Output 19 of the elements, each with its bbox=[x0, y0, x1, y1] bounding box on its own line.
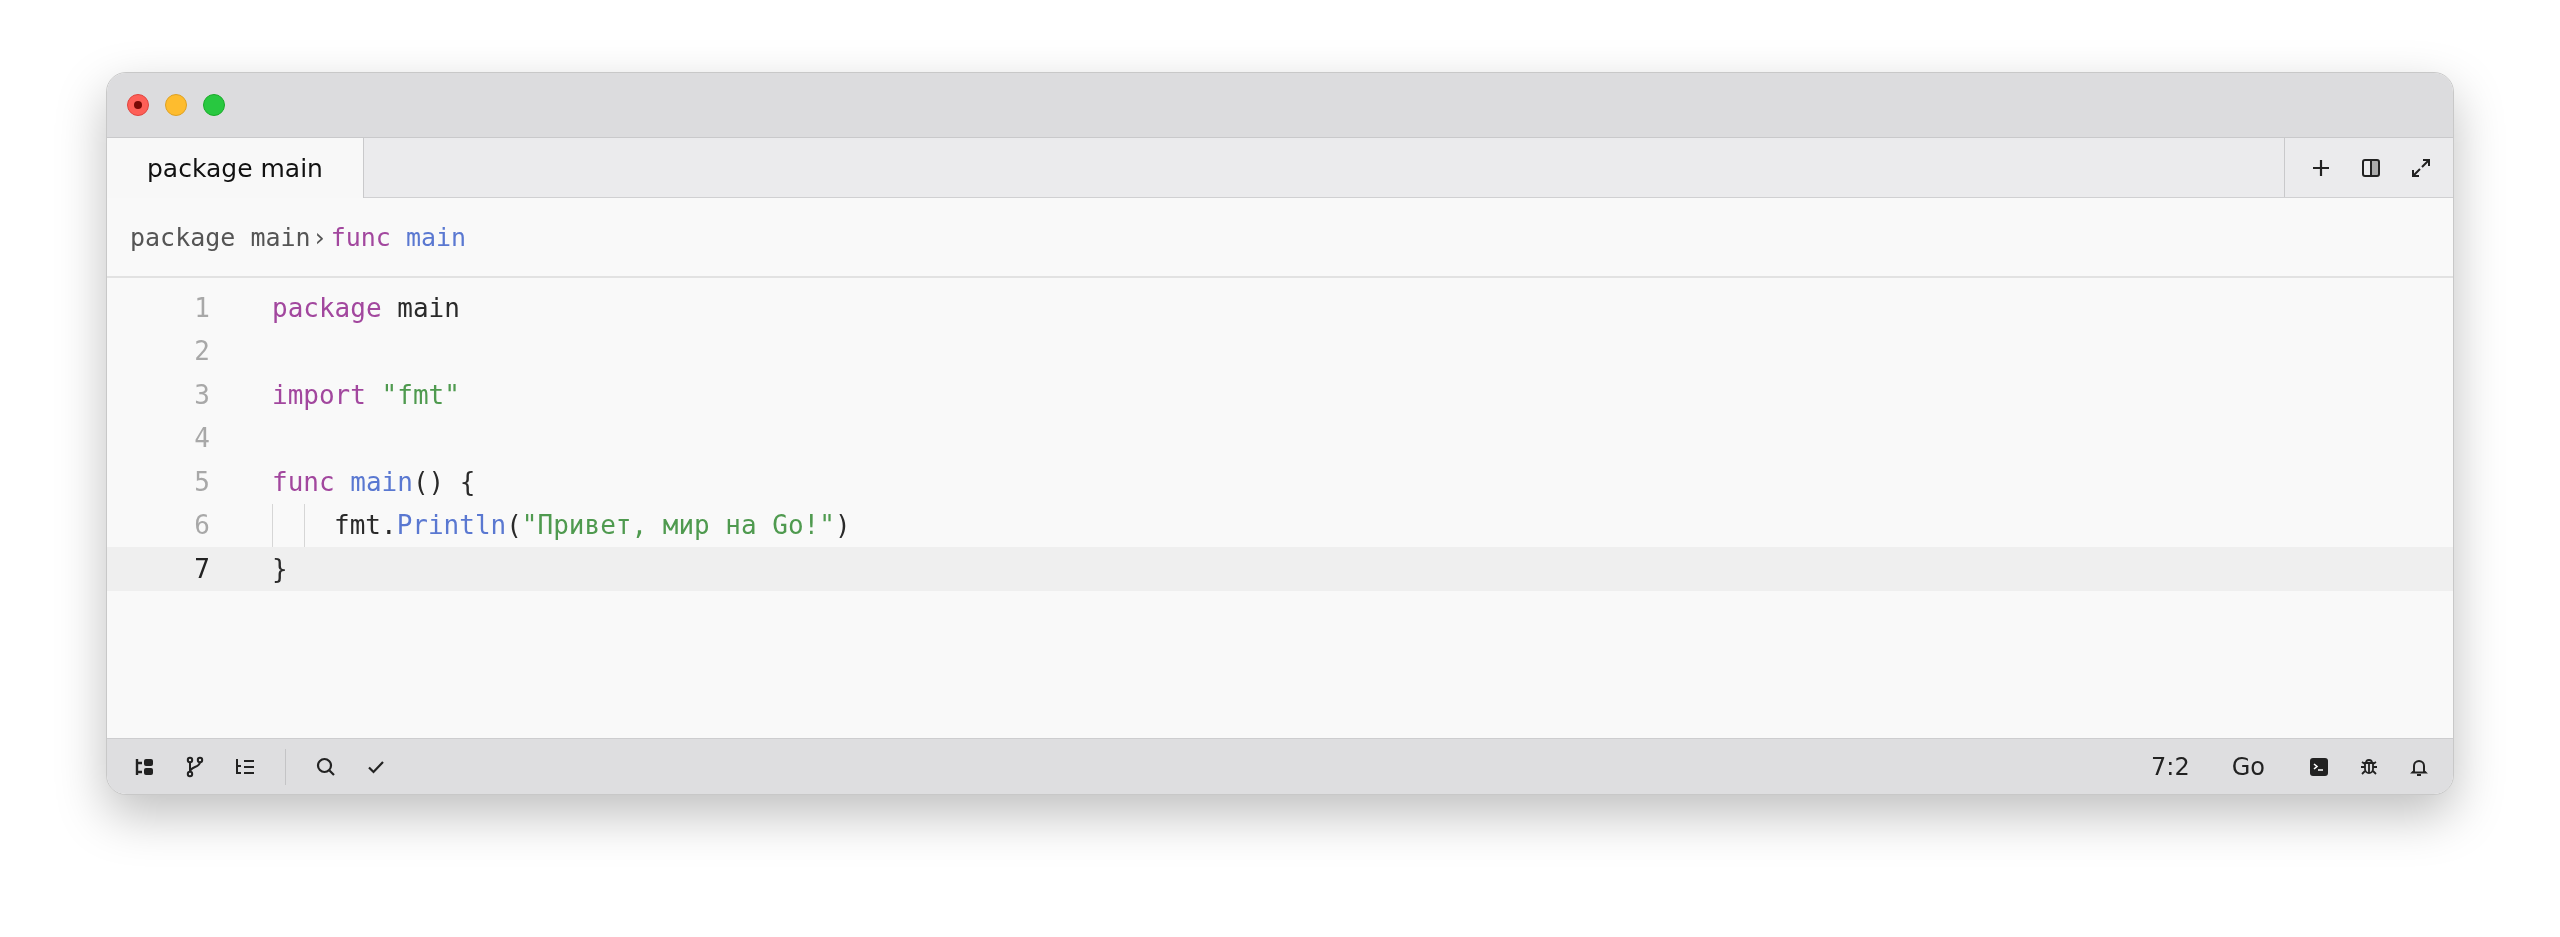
code-line: import "fmt" bbox=[272, 379, 460, 410]
cursor-position[interactable]: 7:2 bbox=[2151, 752, 2190, 781]
breadcrumb-item[interactable]: func main bbox=[330, 222, 467, 252]
code-line: func main() { bbox=[272, 466, 476, 497]
code-line: package main bbox=[272, 292, 460, 323]
line-number: 6 bbox=[193, 510, 210, 541]
line-number: 7 bbox=[193, 553, 210, 584]
line-number: 4 bbox=[193, 423, 210, 454]
language-selector[interactable]: Go bbox=[2231, 752, 2265, 781]
code-line: fmt.Println("Привет, мир на Go!") bbox=[334, 510, 851, 541]
breadcrumb-item[interactable]: package main bbox=[130, 222, 311, 252]
close-button[interactable] bbox=[127, 94, 149, 116]
editor-tab[interactable]: package main bbox=[107, 138, 364, 198]
line-number: 3 bbox=[193, 379, 210, 410]
line-number: 2 bbox=[193, 336, 210, 367]
code-line: } bbox=[272, 553, 288, 584]
line-number: 1 bbox=[193, 292, 210, 323]
breadcrumb-separator: › bbox=[313, 222, 326, 252]
line-number: 5 bbox=[193, 466, 210, 497]
